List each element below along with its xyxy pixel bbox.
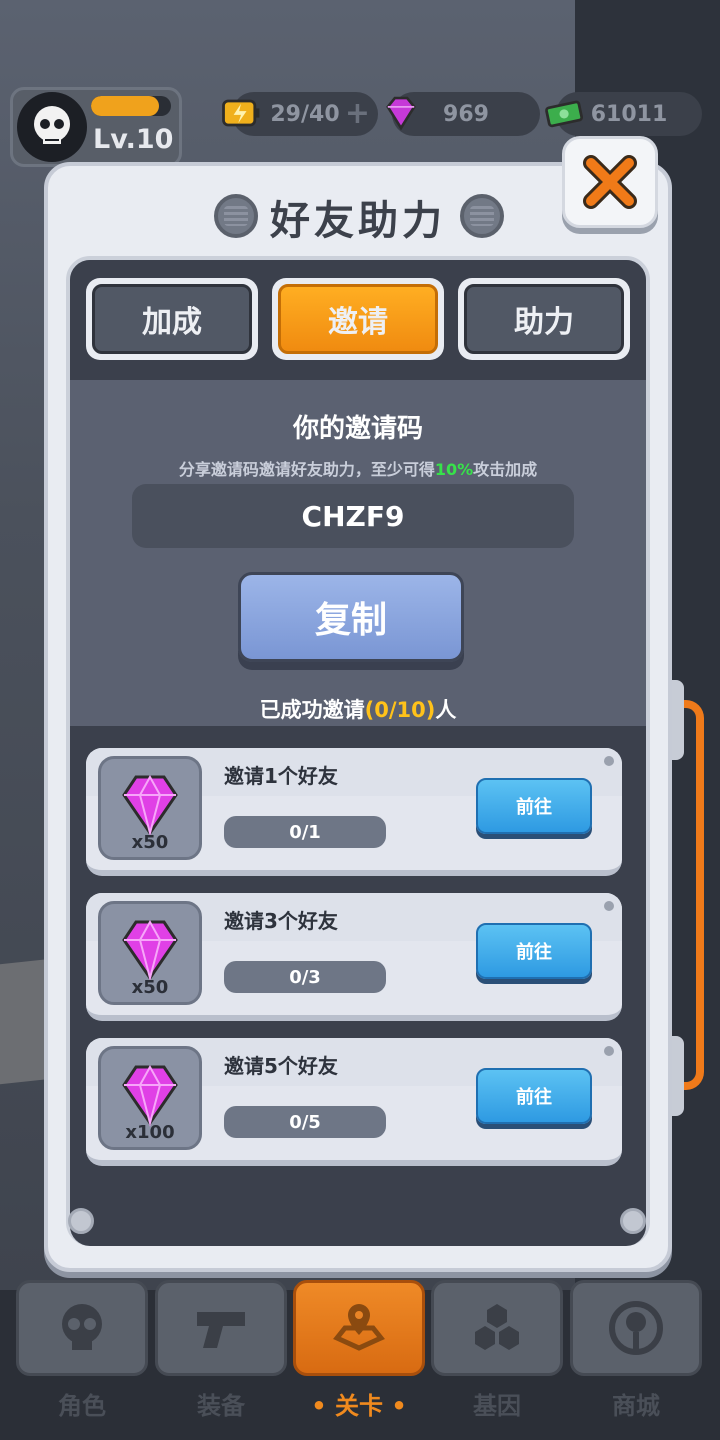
- nav-label: 装备: [197, 1392, 245, 1420]
- tab-bonus[interactable]: 加成: [86, 278, 258, 360]
- reward-quantity: x100: [125, 1122, 175, 1143]
- close-icon: [583, 155, 637, 209]
- gem-value: 969: [443, 101, 489, 127]
- nav-gene[interactable]: [431, 1280, 563, 1376]
- tab-invite[interactable]: 邀请: [272, 278, 444, 360]
- reward-slot: x50: [98, 901, 202, 1005]
- go-button[interactable]: 前往: [476, 923, 592, 979]
- exp-bar: [91, 96, 171, 116]
- reward-quantity: x50: [131, 832, 169, 853]
- nav-label: 角色: [58, 1392, 106, 1420]
- nav-character[interactable]: [16, 1280, 148, 1376]
- task-name: 邀请5个好友: [224, 1054, 338, 1078]
- hexagons-icon: [475, 1304, 519, 1350]
- task-progress: 0/1: [224, 816, 386, 848]
- corner-dot: [604, 756, 614, 766]
- go-button[interactable]: 前往: [476, 1068, 592, 1124]
- tab-bar: 加成 邀请 助力: [70, 260, 646, 380]
- list-item: x100 邀请5个好友 0/5 前往: [86, 1038, 622, 1166]
- list-item: x50 邀请3个好友 0/3 前往: [86, 893, 622, 1021]
- task-list: x50 邀请1个好友 0/1 前往 x50 邀请3个好友 0/3 前往 x100…: [70, 726, 646, 1246]
- tab-label: 加成: [92, 284, 252, 354]
- energy-value: 29/40: [270, 101, 340, 127]
- tab-label: 助力: [464, 284, 624, 354]
- bottom-nav: 角色 装备 • 关卡 • 基因 商城: [0, 1280, 720, 1440]
- tab-assist[interactable]: 助力: [458, 278, 630, 360]
- go-button[interactable]: 前往: [476, 778, 592, 834]
- reward-slot: x50: [98, 756, 202, 860]
- avatar: [17, 92, 87, 162]
- corner-dot: [604, 1046, 614, 1056]
- cash-counter[interactable]: 61011: [545, 92, 702, 136]
- energy-counter[interactable]: 29/40 +: [222, 92, 378, 136]
- nav-shop[interactable]: [570, 1280, 702, 1376]
- task-name: 邀请1个好友: [224, 764, 338, 788]
- list-item: x50 邀请1个好友 0/1 前往: [86, 748, 622, 876]
- cash-icon: [540, 88, 590, 138]
- player-profile[interactable]: Lv.10: [10, 87, 182, 167]
- gem-icon: [122, 919, 178, 982]
- add-energy-icon[interactable]: +: [345, 96, 370, 131]
- gun-icon: [197, 1312, 245, 1348]
- nav-stage[interactable]: [293, 1280, 425, 1376]
- close-button[interactable]: [562, 136, 658, 228]
- bonus-percent: 10%: [434, 460, 474, 479]
- player-level: Lv.10: [93, 124, 174, 155]
- invite-code: CHZF9: [132, 484, 574, 548]
- cash-value: 61011: [590, 101, 668, 127]
- invited-count: 已成功邀请(0/10)人: [259, 698, 457, 722]
- nav-equipment[interactable]: [155, 1280, 287, 1376]
- reward-quantity: x50: [131, 977, 169, 998]
- tab-label: 邀请: [278, 284, 438, 354]
- gem-icon: [122, 1064, 178, 1127]
- screw-icon: [620, 1208, 646, 1234]
- skull-icon: [34, 106, 70, 144]
- gem-counter[interactable]: 969: [386, 92, 540, 136]
- nav-label: 商城: [612, 1392, 660, 1420]
- invite-description: 分享邀请码邀请好友助力，至少可得10%攻击加成: [178, 460, 538, 479]
- gem-icon: [376, 88, 426, 138]
- corner-dot: [604, 901, 614, 911]
- screw-icon: [68, 1208, 94, 1234]
- friend-assist-dialog: 好友助力 加成 邀请 助力 你的邀请码 分享邀请码邀请好友助力，至少可得10%攻…: [44, 162, 672, 1272]
- copy-button[interactable]: 复制: [238, 572, 464, 662]
- task-progress: 0/3: [224, 961, 386, 993]
- task-name: 邀请3个好友: [224, 909, 338, 933]
- map-pin-icon: [333, 1304, 385, 1351]
- nav-label: • 关卡 •: [311, 1392, 407, 1420]
- shop-icon: [609, 1301, 663, 1355]
- skull-icon: [62, 1304, 102, 1350]
- reward-slot: x100: [98, 1046, 202, 1150]
- gem-icon: [122, 774, 178, 837]
- nav-label: 基因: [473, 1392, 521, 1420]
- battery-icon: [216, 88, 266, 138]
- dialog-content: 加成 邀请 助力 你的邀请码 分享邀请码邀请好友助力，至少可得10%攻击加成 C…: [66, 256, 650, 1246]
- bolt-icon: [460, 194, 504, 238]
- task-progress: 0/5: [224, 1106, 386, 1138]
- invite-code-title: 你的邀请码: [292, 414, 423, 444]
